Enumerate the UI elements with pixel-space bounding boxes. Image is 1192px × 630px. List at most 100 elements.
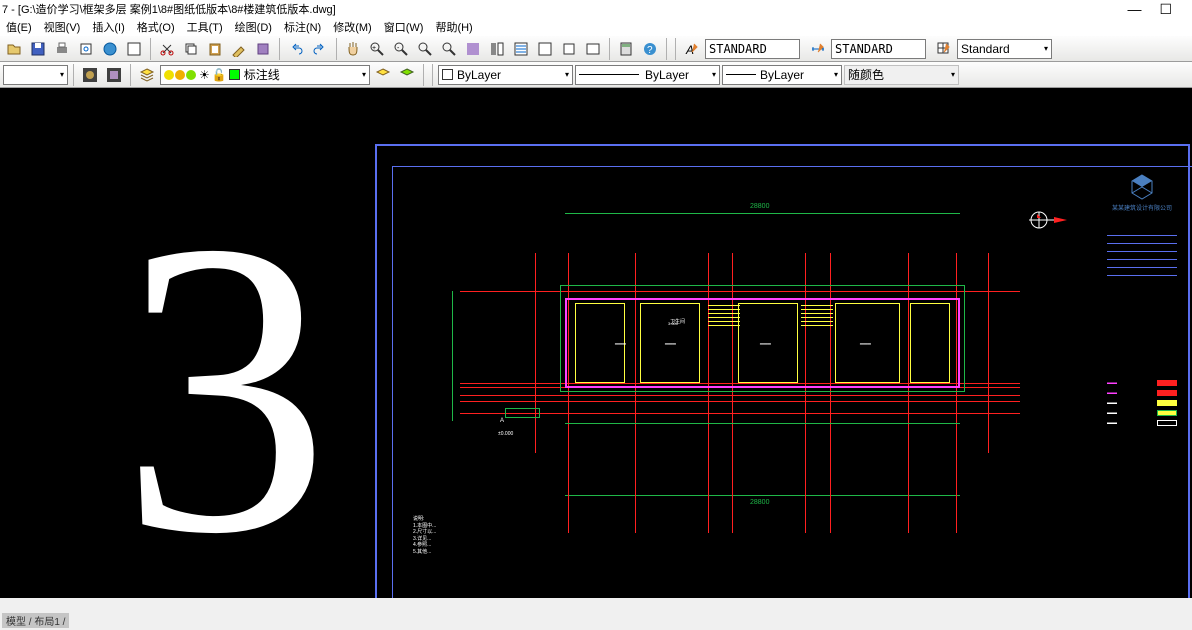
menu-dimension[interactable]: 标注(N) [280, 19, 325, 35]
menu-modify[interactable]: 修改(M) [329, 19, 376, 35]
cube-logo-icon [1128, 173, 1156, 201]
north-arrow-icon [1019, 208, 1069, 232]
window-titlebar: 7 - [G:\造价学习\框架多层 案例1\8#图纸低版本\8#楼建筑低版本.d… [0, 0, 1192, 18]
separator [423, 64, 424, 86]
entrance-step [505, 408, 540, 418]
stair-icon [708, 305, 740, 335]
dimstyle-icon[interactable] [807, 38, 829, 60]
separator [336, 38, 337, 60]
linetype-value: ByLayer [645, 68, 689, 82]
svg-text:?: ? [647, 45, 653, 56]
layer-name: 标注线 [244, 66, 280, 83]
tool-icon[interactable] [462, 38, 484, 60]
color-swatch [442, 69, 453, 80]
cut-icon[interactable] [156, 38, 178, 60]
open-icon[interactable] [3, 38, 25, 60]
layer-prev-icon[interactable] [372, 64, 394, 86]
zoom-previous-icon[interactable]: - [390, 38, 412, 60]
minimize-button[interactable]: — [1127, 1, 1141, 18]
layer-states-icon[interactable] [396, 64, 418, 86]
zoom-realtime-icon[interactable]: + [366, 38, 388, 60]
color-dropdown[interactable]: ByLayer ▾ [438, 65, 573, 85]
model-layout-tabs[interactable]: 模型 / 布局1 / [2, 613, 69, 628]
layer-dropdown[interactable]: ☀ 🔓 标注线 ▾ [160, 65, 370, 85]
textstyle-icon[interactable]: A [681, 38, 703, 60]
dim-style-dropdown[interactable] [831, 39, 926, 59]
svg-text:+: + [372, 45, 376, 52]
standard-toolbar: + - ? A Standard ▾ [0, 36, 1192, 62]
separator [666, 38, 667, 60]
layer-color-swatch [229, 69, 240, 80]
chevron-down-icon: ▾ [559, 70, 569, 79]
color-value: ByLayer [457, 68, 501, 82]
workspace-dropdown[interactable]: ▾ [3, 65, 68, 85]
lineweight-dropdown[interactable]: ByLayer ▾ [722, 65, 842, 85]
menu-view[interactable]: 视图(V) [40, 19, 85, 35]
sheetset-icon[interactable] [558, 38, 580, 60]
tool-icon[interactable] [79, 64, 101, 86]
stair-icon [801, 305, 833, 335]
menu-insert[interactable]: 插入(I) [88, 19, 128, 35]
separator [675, 38, 676, 60]
separator [73, 64, 74, 86]
menu-tools[interactable]: 工具(T) [183, 19, 227, 35]
tablestyle-icon[interactable] [933, 38, 955, 60]
chevron-down-icon: ▾ [706, 70, 716, 79]
separator [609, 38, 610, 60]
publish-icon[interactable] [99, 38, 121, 60]
titleblock-info [1107, 228, 1177, 276]
matchprops-icon[interactable] [228, 38, 250, 60]
redo-icon[interactable] [309, 38, 331, 60]
table-style-value: Standard [961, 42, 1010, 56]
zoom-window-icon[interactable] [414, 38, 436, 60]
command-prompt[interactable]: > X [5, 596, 27, 598]
menubar: 值(E) 视图(V) 插入(I) 格式(O) 工具(T) 绘图(D) 标注(N)… [0, 18, 1192, 36]
layer-manager-icon[interactable] [136, 64, 158, 86]
undo-icon[interactable] [285, 38, 307, 60]
menu-window[interactable]: 窗口(W) [380, 19, 428, 35]
zoom-extents-icon[interactable] [438, 38, 460, 60]
block-icon[interactable] [252, 38, 274, 60]
lineweight-value: ByLayer [760, 68, 804, 82]
layer-freeze-icon [175, 70, 185, 80]
copy-icon[interactable] [180, 38, 202, 60]
send-icon[interactable] [123, 38, 145, 60]
tool-properties-icon[interactable] [486, 38, 508, 60]
pan-icon[interactable] [342, 38, 364, 60]
company-name: 某某建筑设计有限公司 [1107, 203, 1177, 212]
drawing-viewport[interactable]: 3 某某建筑设计有限公司 ▬▬ ▬▬ ▬▬ ▬▬ ▬▬ [0, 88, 1192, 598]
floor-plan: 28800 28800 [480, 273, 1000, 513]
separator [432, 64, 433, 86]
window-title: 7 - [G:\造价学习\框架多层 案例1\8#图纸低版本\8#楼建筑低版本.d… [2, 1, 336, 17]
layer-lock-icon [186, 70, 196, 80]
calc-icon[interactable] [615, 38, 637, 60]
linetype-sample [579, 74, 639, 75]
model-tab[interactable]: 模型 [6, 617, 26, 628]
menu-help[interactable]: 帮助(H) [431, 19, 476, 35]
linetype-dropdown[interactable]: ByLayer ▾ [575, 65, 720, 85]
big-number-overlay: 3 [120, 178, 330, 598]
preview-icon[interactable] [75, 38, 97, 60]
paste-icon[interactable] [204, 38, 226, 60]
layout-tab[interactable]: 布局1 [34, 617, 60, 628]
table-style-dropdown[interactable]: Standard ▾ [957, 39, 1052, 59]
maximize-button[interactable]: ☐ [1159, 1, 1172, 18]
plotstyle-dropdown[interactable]: 随颜色 ▾ [844, 65, 959, 85]
menu-edit[interactable]: 值(E) [2, 19, 36, 35]
menu-draw[interactable]: 绘图(D) [231, 19, 276, 35]
text-style-dropdown[interactable] [705, 39, 800, 59]
help-icon[interactable]: ? [639, 38, 661, 60]
lineweight-sample [726, 74, 756, 75]
tool-icon[interactable] [103, 64, 125, 86]
chevron-down-icon: ▾ [945, 70, 955, 79]
menu-format[interactable]: 格式(O) [133, 19, 179, 35]
save-icon[interactable] [27, 38, 49, 60]
drawing-legend: ▬▬ ▬▬ ▬▬ ▬▬ ▬▬ [1107, 378, 1177, 428]
markup-icon[interactable] [582, 38, 604, 60]
separator [279, 38, 280, 60]
design-center-icon[interactable] [510, 38, 532, 60]
print-icon[interactable] [51, 38, 73, 60]
chevron-down-icon: ▾ [54, 70, 64, 79]
chevron-down-icon: ▾ [828, 70, 838, 79]
tool-palette-icon[interactable] [534, 38, 556, 60]
